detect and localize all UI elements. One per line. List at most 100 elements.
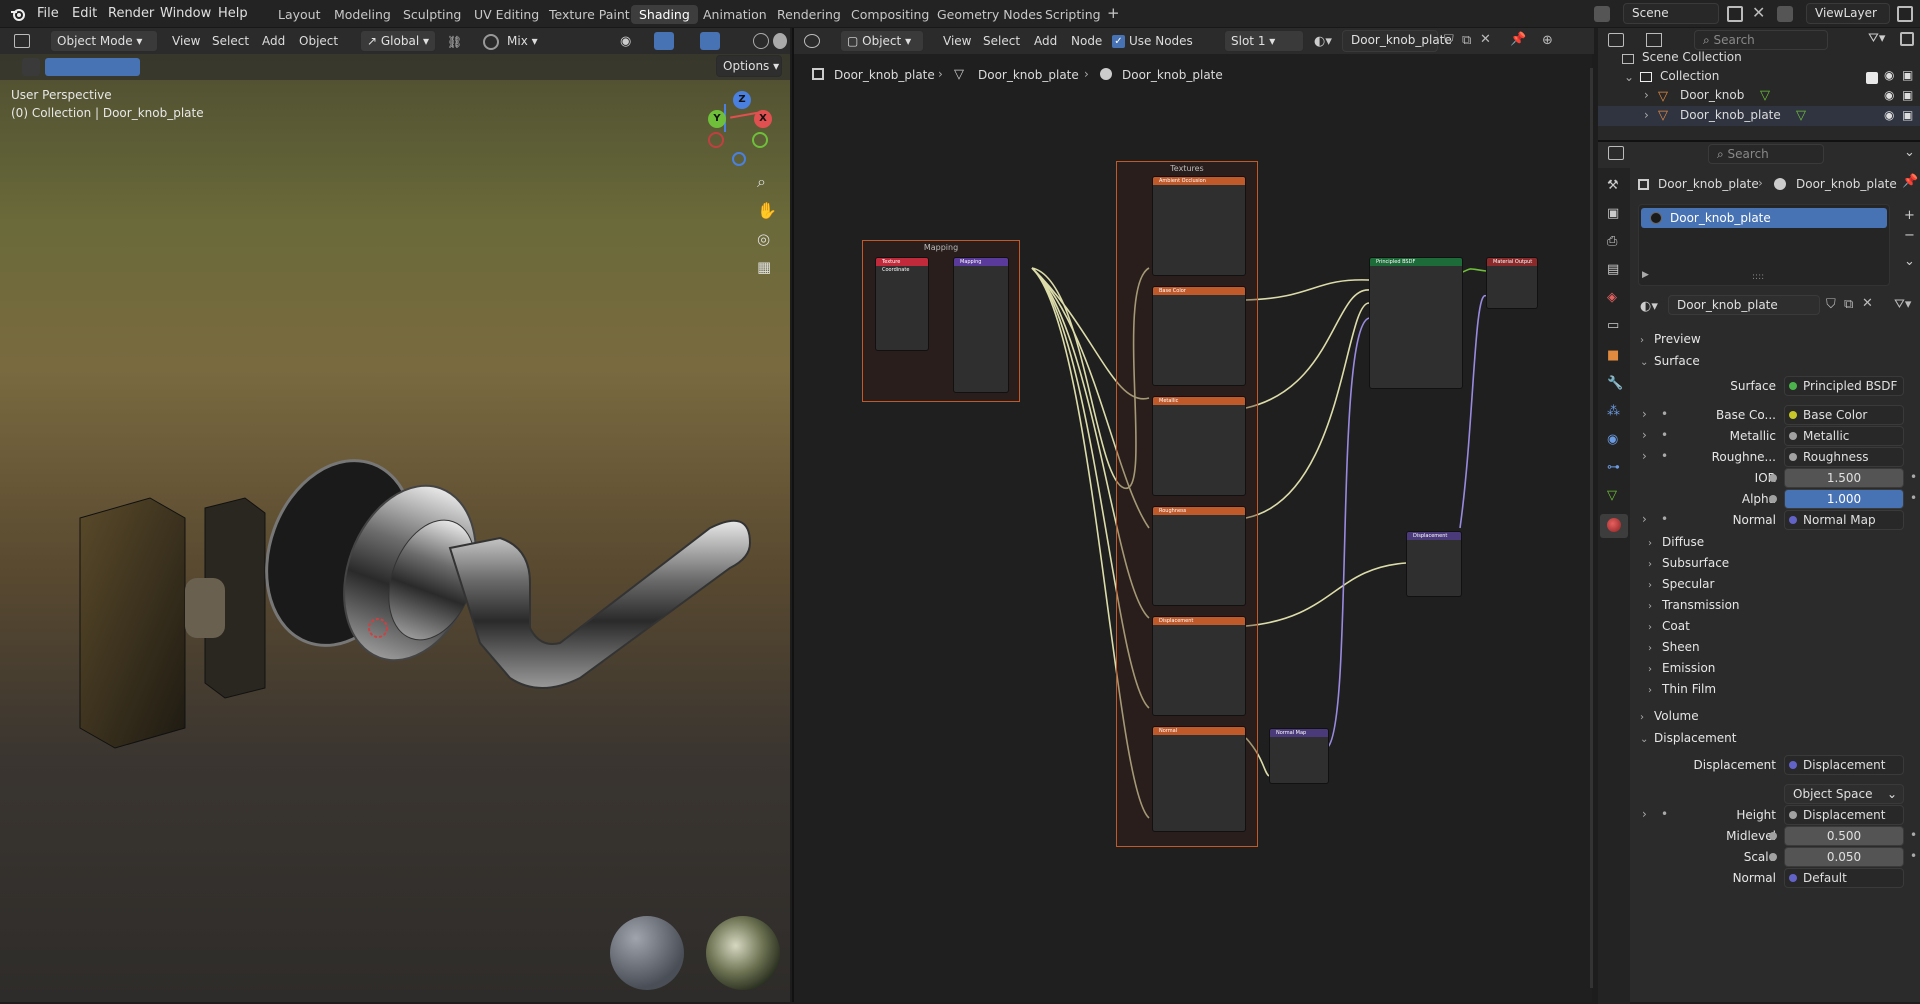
row-keyframe-dot[interactable]: • — [1661, 407, 1668, 421]
snap-icon[interactable]: ⛓ — [447, 35, 462, 49]
socket-dot[interactable] — [1769, 853, 1777, 861]
options-dropdown[interactable]: Options ▾ — [716, 55, 782, 77]
new-scene-icon[interactable] — [1727, 6, 1743, 22]
filter-icon[interactable]: ⛛▾ — [1868, 31, 1885, 46]
particles-tab-icon[interactable]: ⁂ — [1607, 404, 1620, 419]
door-knob-plate-camera-icon[interactable]: ▣ — [1902, 108, 1913, 122]
scene-collection-label[interactable]: Scene Collection — [1642, 50, 1742, 64]
door-knob-plate-mesh-icon[interactable]: ▽ — [1796, 108, 1806, 123]
view-layer-tab-icon[interactable]: ▤ — [1607, 262, 1619, 277]
physics-tab-icon[interactable]: ◉ — [1607, 432, 1618, 447]
door-knob-mesh-icon[interactable]: ▽ — [1760, 88, 1770, 103]
property-link-field[interactable]: Displacement — [1784, 755, 1904, 775]
texture-coordinate-node[interactable]: Texture Coordinate — [875, 257, 929, 351]
object-tab-icon[interactable]: ■ — [1607, 348, 1619, 363]
remove-slot-icon[interactable]: − — [1904, 228, 1915, 243]
section-volume[interactable]: › Volume — [1640, 709, 1699, 723]
scene-icon[interactable] — [1594, 6, 1610, 22]
mode-dropdown[interactable]: Object Mode ▾ — [50, 30, 158, 52]
transform-orientation-dropdown[interactable]: ↗ Global ▾ — [360, 30, 436, 52]
subsection-sheen[interactable]: › Sheen — [1648, 640, 1700, 654]
tab-compositing[interactable]: Compositing — [851, 7, 929, 22]
material-slot-name[interactable]: Door_knob_plate — [1670, 211, 1771, 225]
menu-file[interactable]: File — [37, 6, 59, 21]
add-workspace-button[interactable]: + — [1107, 4, 1120, 22]
collection-label[interactable]: Collection — [1660, 69, 1719, 83]
slot-list-resize-handle[interactable]: :::: — [1752, 272, 1764, 282]
viewport-3d[interactable]: Object Mode ▾ View Select Add Object ↗ G… — [0, 28, 790, 1002]
property-link-field[interactable]: Base Color — [1784, 405, 1904, 425]
shading-wireframe-icon[interactable] — [753, 33, 769, 49]
property-number-field[interactable]: 1.500 — [1784, 468, 1904, 488]
tab-animation[interactable]: Animation — [703, 7, 767, 22]
property-link-field[interactable]: Displacement — [1784, 805, 1904, 825]
world-tab-icon[interactable]: ▭ — [1607, 318, 1619, 333]
collection-camera-icon[interactable]: ▣ — [1902, 68, 1913, 82]
tab-layout[interactable]: Layout — [278, 7, 321, 22]
shading-solid-icon[interactable] — [773, 33, 787, 49]
outliner-item-door-knob-plate[interactable]: Door_knob_plate — [1680, 108, 1781, 122]
material-fake-user-icon[interactable]: ⛉ — [1826, 297, 1836, 312]
blend-mode-dropdown[interactable]: Mix ▾ — [507, 34, 538, 48]
ortho-toggle-icon[interactable]: ▦ — [757, 258, 771, 276]
material-node-tree-icon[interactable]: ⛛▾ — [1894, 297, 1911, 312]
view-layer-field[interactable]: ViewLayer — [1806, 3, 1890, 24]
tab-uv-editing[interactable]: UV Editing — [474, 7, 539, 22]
subsection-subsurface[interactable]: › Subsurface — [1648, 556, 1729, 570]
section-surface[interactable]: ⌄ Surface — [1640, 354, 1700, 368]
overlay-toggle-icon[interactable] — [700, 32, 720, 50]
collection-eye-icon[interactable]: ◉ — [1884, 68, 1894, 82]
properties-search[interactable]: ⌕ Search — [1708, 144, 1824, 164]
socket-dot[interactable] — [1769, 474, 1777, 482]
matcap-sphere[interactable] — [610, 916, 684, 990]
subsection-diffuse[interactable]: › Diffuse — [1648, 535, 1704, 549]
properties-editor-icon[interactable] — [1608, 146, 1624, 160]
material-datablock-field[interactable]: Door_knob_plate — [1668, 295, 1820, 315]
camera-view-icon[interactable]: ◎ — [757, 230, 770, 248]
property-number-field[interactable]: 1.000 — [1784, 489, 1904, 509]
tab-rendering[interactable]: Rendering — [777, 7, 841, 22]
scene-tab-icon[interactable]: ◈ — [1607, 290, 1617, 305]
gizmo-toggle-icon[interactable] — [654, 32, 674, 50]
tab-scripting[interactable]: Scripting — [1045, 7, 1101, 22]
scene-field[interactable]: Scene — [1623, 3, 1719, 24]
subsection-coat[interactable]: › Coat — [1648, 619, 1690, 633]
mapping-frame[interactable]: Mapping Texture Coordinate Mapping — [862, 240, 1020, 402]
viewport-menu-select[interactable]: Select — [212, 34, 249, 48]
node-editor[interactable]: ▢ Object ▾ View Select Add Node ✓ Use No… — [792, 28, 1594, 1002]
editor-type-icon[interactable] — [14, 34, 30, 48]
outliner[interactable]: ⌕ Search ⛛▾ Scene Collection ⌄ Collectio… — [1598, 28, 1920, 140]
new-collection-icon[interactable] — [1900, 32, 1914, 46]
subsection-thin-film[interactable]: › Thin Film — [1648, 682, 1716, 696]
node-editor-right-scroll[interactable] — [1590, 68, 1593, 988]
new-view-layer-icon[interactable] — [1897, 6, 1913, 22]
door-knob-eye-icon[interactable]: ◉ — [1884, 88, 1894, 102]
zoom-icon[interactable]: ⌕ — [757, 172, 766, 192]
subsection-specular[interactable]: › Specular — [1648, 577, 1714, 591]
socket-dot[interactable] — [1769, 495, 1777, 503]
row-expand-icon[interactable]: › — [1642, 449, 1647, 463]
material-browse-icon[interactable]: ◐▾ — [1640, 299, 1658, 314]
modifier-tab-icon[interactable]: 🔧 — [1607, 376, 1623, 391]
gizmo-x[interactable]: X — [754, 110, 772, 128]
add-slot-icon[interactable]: + — [1904, 208, 1915, 223]
blender-logo-icon[interactable] — [10, 6, 26, 22]
select-tool-icon[interactable] — [22, 58, 40, 76]
image-texture-node-metallic[interactable]: Metallic — [1152, 396, 1246, 496]
material-duplicate-icon[interactable]: ⧉ — [1844, 297, 1853, 312]
pan-hand-icon[interactable]: ✋ — [757, 201, 777, 220]
principled-bsdf-node[interactable]: Principled BSDF — [1369, 257, 1463, 389]
subsection-emission[interactable]: › Emission — [1648, 661, 1715, 675]
mapping-node[interactable]: Mapping — [953, 257, 1009, 393]
menu-render[interactable]: Render — [108, 6, 154, 21]
tab-shading[interactable]: Shading — [631, 5, 698, 24]
data-tab-icon[interactable]: ▽ — [1607, 488, 1617, 503]
image-texture-node-displacement[interactable]: Displacement — [1152, 616, 1246, 716]
subsection-transmission[interactable]: › Transmission — [1648, 598, 1740, 612]
door-knob-plate-expand-icon[interactable]: › — [1644, 108, 1649, 122]
properties-options-icon[interactable]: ⌄ — [1904, 145, 1915, 160]
tool-tab-icon[interactable]: ⚒ — [1607, 178, 1619, 193]
select-box-icon[interactable] — [45, 58, 140, 76]
keyframe-dot[interactable]: • — [1910, 828, 1917, 842]
material-tab-icon[interactable] — [1607, 518, 1621, 532]
